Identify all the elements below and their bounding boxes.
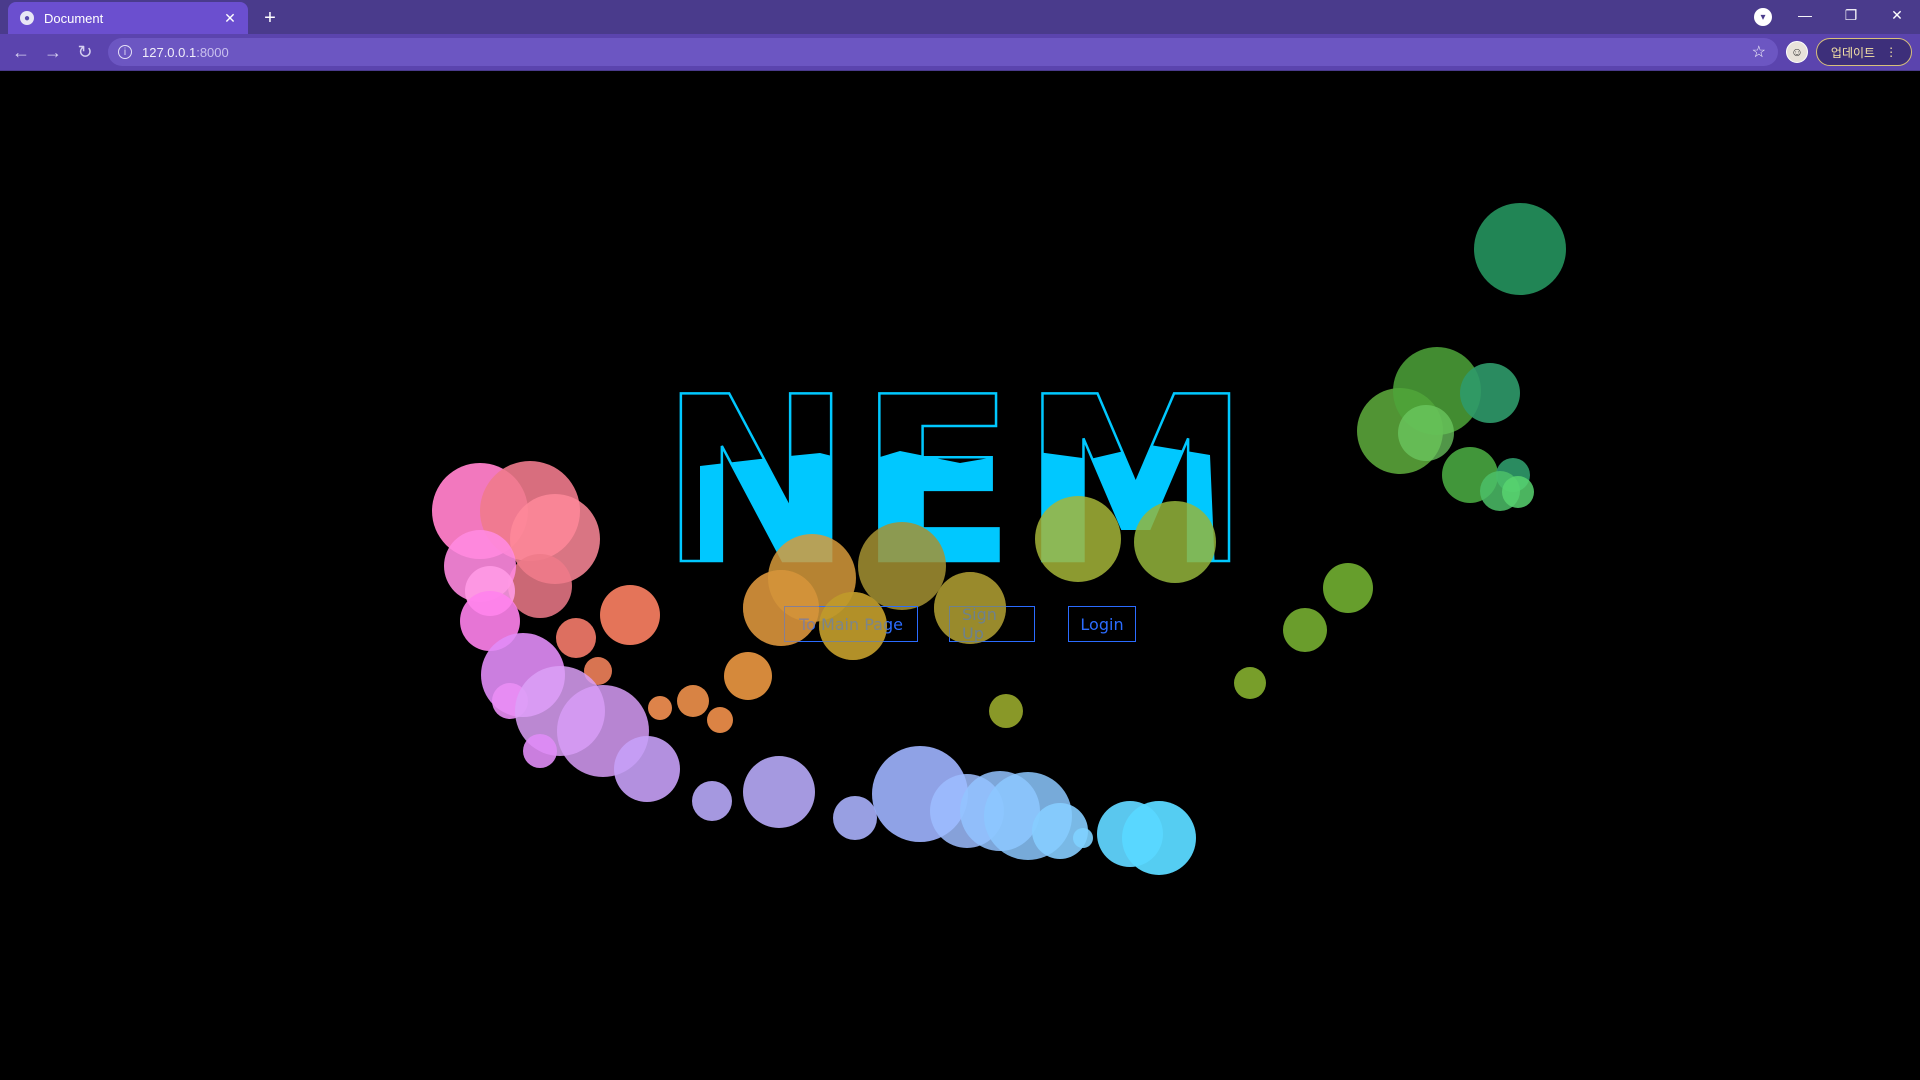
bubble xyxy=(1398,405,1454,461)
scene-canvas: NEM NEM xyxy=(432,203,1566,875)
more-menu-icon: ⋮ xyxy=(1885,45,1898,59)
bubble xyxy=(707,707,733,733)
bubble xyxy=(1474,203,1566,295)
url-text: 127.0.0.1:8000 xyxy=(142,45,229,60)
close-tab-icon[interactable]: ✕ xyxy=(220,8,240,28)
update-label: 업데이트 xyxy=(1830,45,1876,60)
url-host: 127.0.0.1 xyxy=(142,44,197,60)
bubble xyxy=(648,696,672,720)
address-bar[interactable]: i 127.0.0.1:8000 ☆ xyxy=(108,38,1778,66)
bubble xyxy=(556,618,596,658)
reload-icon[interactable]: ↻ xyxy=(74,41,96,63)
profile-avatar-icon[interactable]: ☺ xyxy=(1786,41,1808,63)
bubble xyxy=(1073,828,1093,848)
bubble xyxy=(523,734,557,768)
sign-up-button[interactable]: Sign Up xyxy=(949,605,1035,643)
bubble xyxy=(1234,667,1266,699)
browser-chrome: ● Document ✕ + ▾ — ❐ ✕ ← → ↻ i 127.0.0.1… xyxy=(0,0,1920,71)
bubble xyxy=(989,694,1023,728)
new-tab-icon[interactable]: + xyxy=(258,6,282,30)
tab-document[interactable]: ● Document ✕ xyxy=(8,2,248,34)
bubble xyxy=(858,522,946,610)
back-icon[interactable]: ← xyxy=(10,41,32,63)
page-viewport: NEM NEM To Main Page Sign Up Login xyxy=(0,71,1920,1080)
bubble xyxy=(677,685,709,717)
bubble xyxy=(692,781,732,821)
close-window-icon[interactable]: ✕ xyxy=(1874,0,1920,30)
url-port: :8000 xyxy=(196,44,229,60)
bubble xyxy=(508,554,572,618)
info-icon[interactable]: i xyxy=(118,45,132,59)
bubble xyxy=(600,585,660,645)
window-controls: — ❐ ✕ xyxy=(1782,0,1920,30)
bubble xyxy=(1134,501,1216,583)
bubble xyxy=(833,796,877,840)
to-main-page-button[interactable]: To Main Page xyxy=(784,606,918,642)
minimize-icon[interactable]: — xyxy=(1782,0,1828,30)
login-button[interactable]: Login xyxy=(1068,606,1136,642)
browser-toolbar: ← → ↻ i 127.0.0.1:8000 ☆ ☺ 업데이트 ⋮ xyxy=(0,34,1920,70)
bubble xyxy=(614,736,680,802)
bubble xyxy=(1122,801,1196,875)
bubble xyxy=(1502,476,1534,508)
forward-icon[interactable]: → xyxy=(42,41,64,63)
bubble xyxy=(1460,363,1520,423)
update-button[interactable]: 업데이트 ⋮ xyxy=(1816,38,1912,66)
restore-icon[interactable]: ❐ xyxy=(1828,0,1874,30)
tab-strip: ● Document ✕ + ▾ — ❐ ✕ xyxy=(0,0,1920,34)
bubble xyxy=(743,756,815,828)
bookmark-star-icon[interactable]: ☆ xyxy=(1752,42,1766,62)
bubble xyxy=(724,652,772,700)
globe-icon: ● xyxy=(20,11,34,25)
bubble xyxy=(1035,496,1121,582)
bubble xyxy=(1283,608,1327,652)
bubble xyxy=(1323,563,1373,613)
tab-title: Document xyxy=(44,10,104,26)
tab-search-icon[interactable]: ▾ xyxy=(1754,8,1772,26)
